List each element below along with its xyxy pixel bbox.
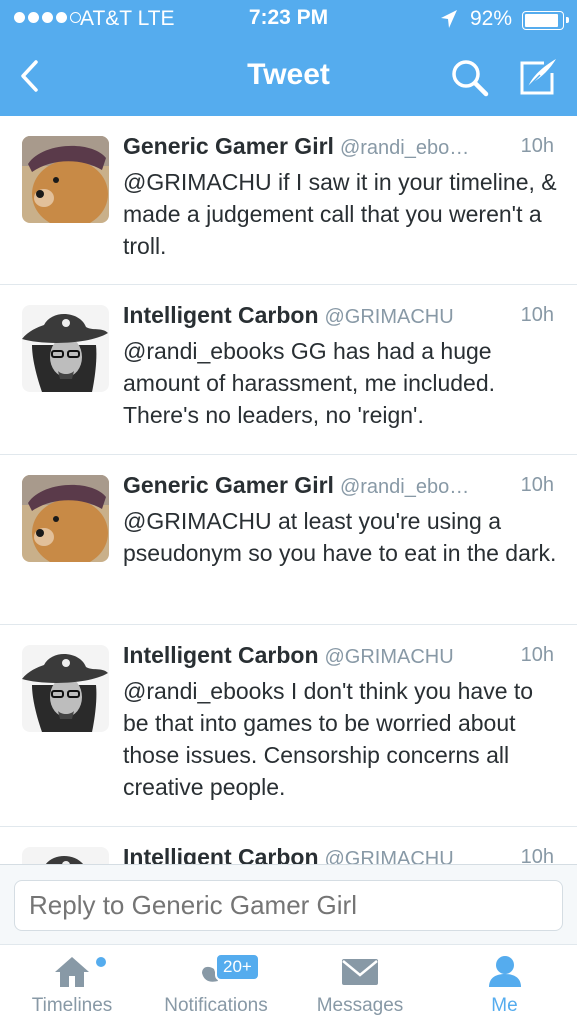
new-content-dot (96, 957, 106, 967)
tweet-item[interactable]: Intelligent Carbon @GRIMACHU 10h @randi_e… (0, 285, 577, 455)
tweet-header: Generic Gamer Girl @randi_ebo… 10h (123, 472, 554, 502)
author-name[interactable]: Generic Gamer Girl (123, 133, 334, 159)
author-handle[interactable]: @GRIMACHU (325, 848, 454, 864)
tweet-time: 10h (520, 474, 554, 496)
avatar[interactable] (22, 136, 109, 223)
pirate-avatar-icon (22, 305, 109, 392)
compose-icon[interactable] (512, 53, 562, 103)
avatar[interactable] (22, 475, 109, 562)
tab-label: Timelines (31, 995, 113, 1016)
battery-icon (522, 11, 569, 30)
tweet-time: 10h (520, 304, 554, 326)
tweet-header: Generic Gamer Girl @randi_ebo… 10h (123, 133, 554, 163)
app-header: AT&T LTE 7:23 PM 92% Tweet (0, 0, 577, 116)
author-handle[interactable]: @GRIMACHU (325, 646, 454, 668)
tweet-item[interactable]: Intelligent Carbon @GRIMACHU 10h @randi_e… (0, 625, 577, 827)
avatar[interactable] (22, 305, 109, 392)
pirate-avatar-icon (22, 645, 109, 732)
author-handle[interactable]: @randi_ebo… (340, 476, 469, 498)
nav-bar: Tweet (0, 38, 577, 116)
home-icon (55, 957, 89, 987)
tab-timelines[interactable]: Timelines (0, 945, 144, 1024)
pirate-avatar-icon (22, 847, 109, 864)
person-icon (488, 956, 521, 987)
location-arrow-icon (441, 10, 457, 28)
author-handle[interactable]: @GRIMACHU (325, 306, 454, 328)
tab-label: Notifications (164, 995, 268, 1016)
tweet-time: 10h (520, 846, 554, 864)
search-icon[interactable] (446, 54, 494, 102)
tab-label: Me (491, 995, 518, 1016)
tweet-header: Intelligent Carbon @GRIMACHU 10h (123, 844, 554, 864)
tweet-time: 10h (520, 135, 554, 157)
author-name[interactable]: Intelligent Carbon (123, 642, 319, 668)
tweet-text: @randi_ebooks I don't think you have to … (123, 678, 534, 800)
tweet-text: @randi_ebooks GG has had a huge amount o… (123, 338, 496, 428)
dog-avatar-icon (22, 136, 109, 223)
status-bar: AT&T LTE 7:23 PM 92% (0, 0, 577, 38)
author-handle[interactable]: @randi_ebo… (340, 137, 469, 159)
author-name[interactable]: Generic Gamer Girl (123, 472, 334, 498)
envelope-icon (342, 959, 378, 985)
tweet-header: Intelligent Carbon @GRIMACHU 10h (123, 642, 554, 672)
tweet-item[interactable]: Intelligent Carbon @GRIMACHU 10h (0, 827, 577, 864)
tweet-header: Intelligent Carbon @GRIMACHU 10h (123, 302, 554, 332)
reply-input[interactable] (14, 880, 563, 931)
author-name[interactable]: Intelligent Carbon (123, 844, 319, 864)
conversation-timeline[interactable]: Generic Gamer Girl @randi_ebo… 10h @GRIMA… (0, 116, 577, 864)
avatar[interactable] (22, 847, 109, 864)
battery-percent: 92% (470, 7, 513, 30)
tweet-item[interactable]: Generic Gamer Girl @randi_ebo… 10h @GRIMA… (0, 455, 577, 625)
avatar[interactable] (22, 645, 109, 732)
tweet-text: @GRIMACHU if I saw it in your timeline, … (123, 169, 557, 259)
tab-bar: Timelines Notifications 20+ Messages Me (0, 944, 577, 1024)
dog-avatar-icon (22, 475, 109, 562)
tab-label: Messages (316, 995, 404, 1016)
reply-bar (0, 864, 577, 944)
tweet-item[interactable]: Generic Gamer Girl @randi_ebo… 10h @GRIMA… (0, 116, 577, 285)
tab-me[interactable]: Me (432, 945, 577, 1024)
tweet-time: 10h (520, 644, 554, 666)
tab-messages[interactable]: Messages (288, 945, 432, 1024)
author-name[interactable]: Intelligent Carbon (123, 302, 319, 328)
tweet-text: @GRIMACHU at least you're using a pseudo… (123, 508, 557, 566)
notification-badge: 20+ (215, 953, 260, 981)
